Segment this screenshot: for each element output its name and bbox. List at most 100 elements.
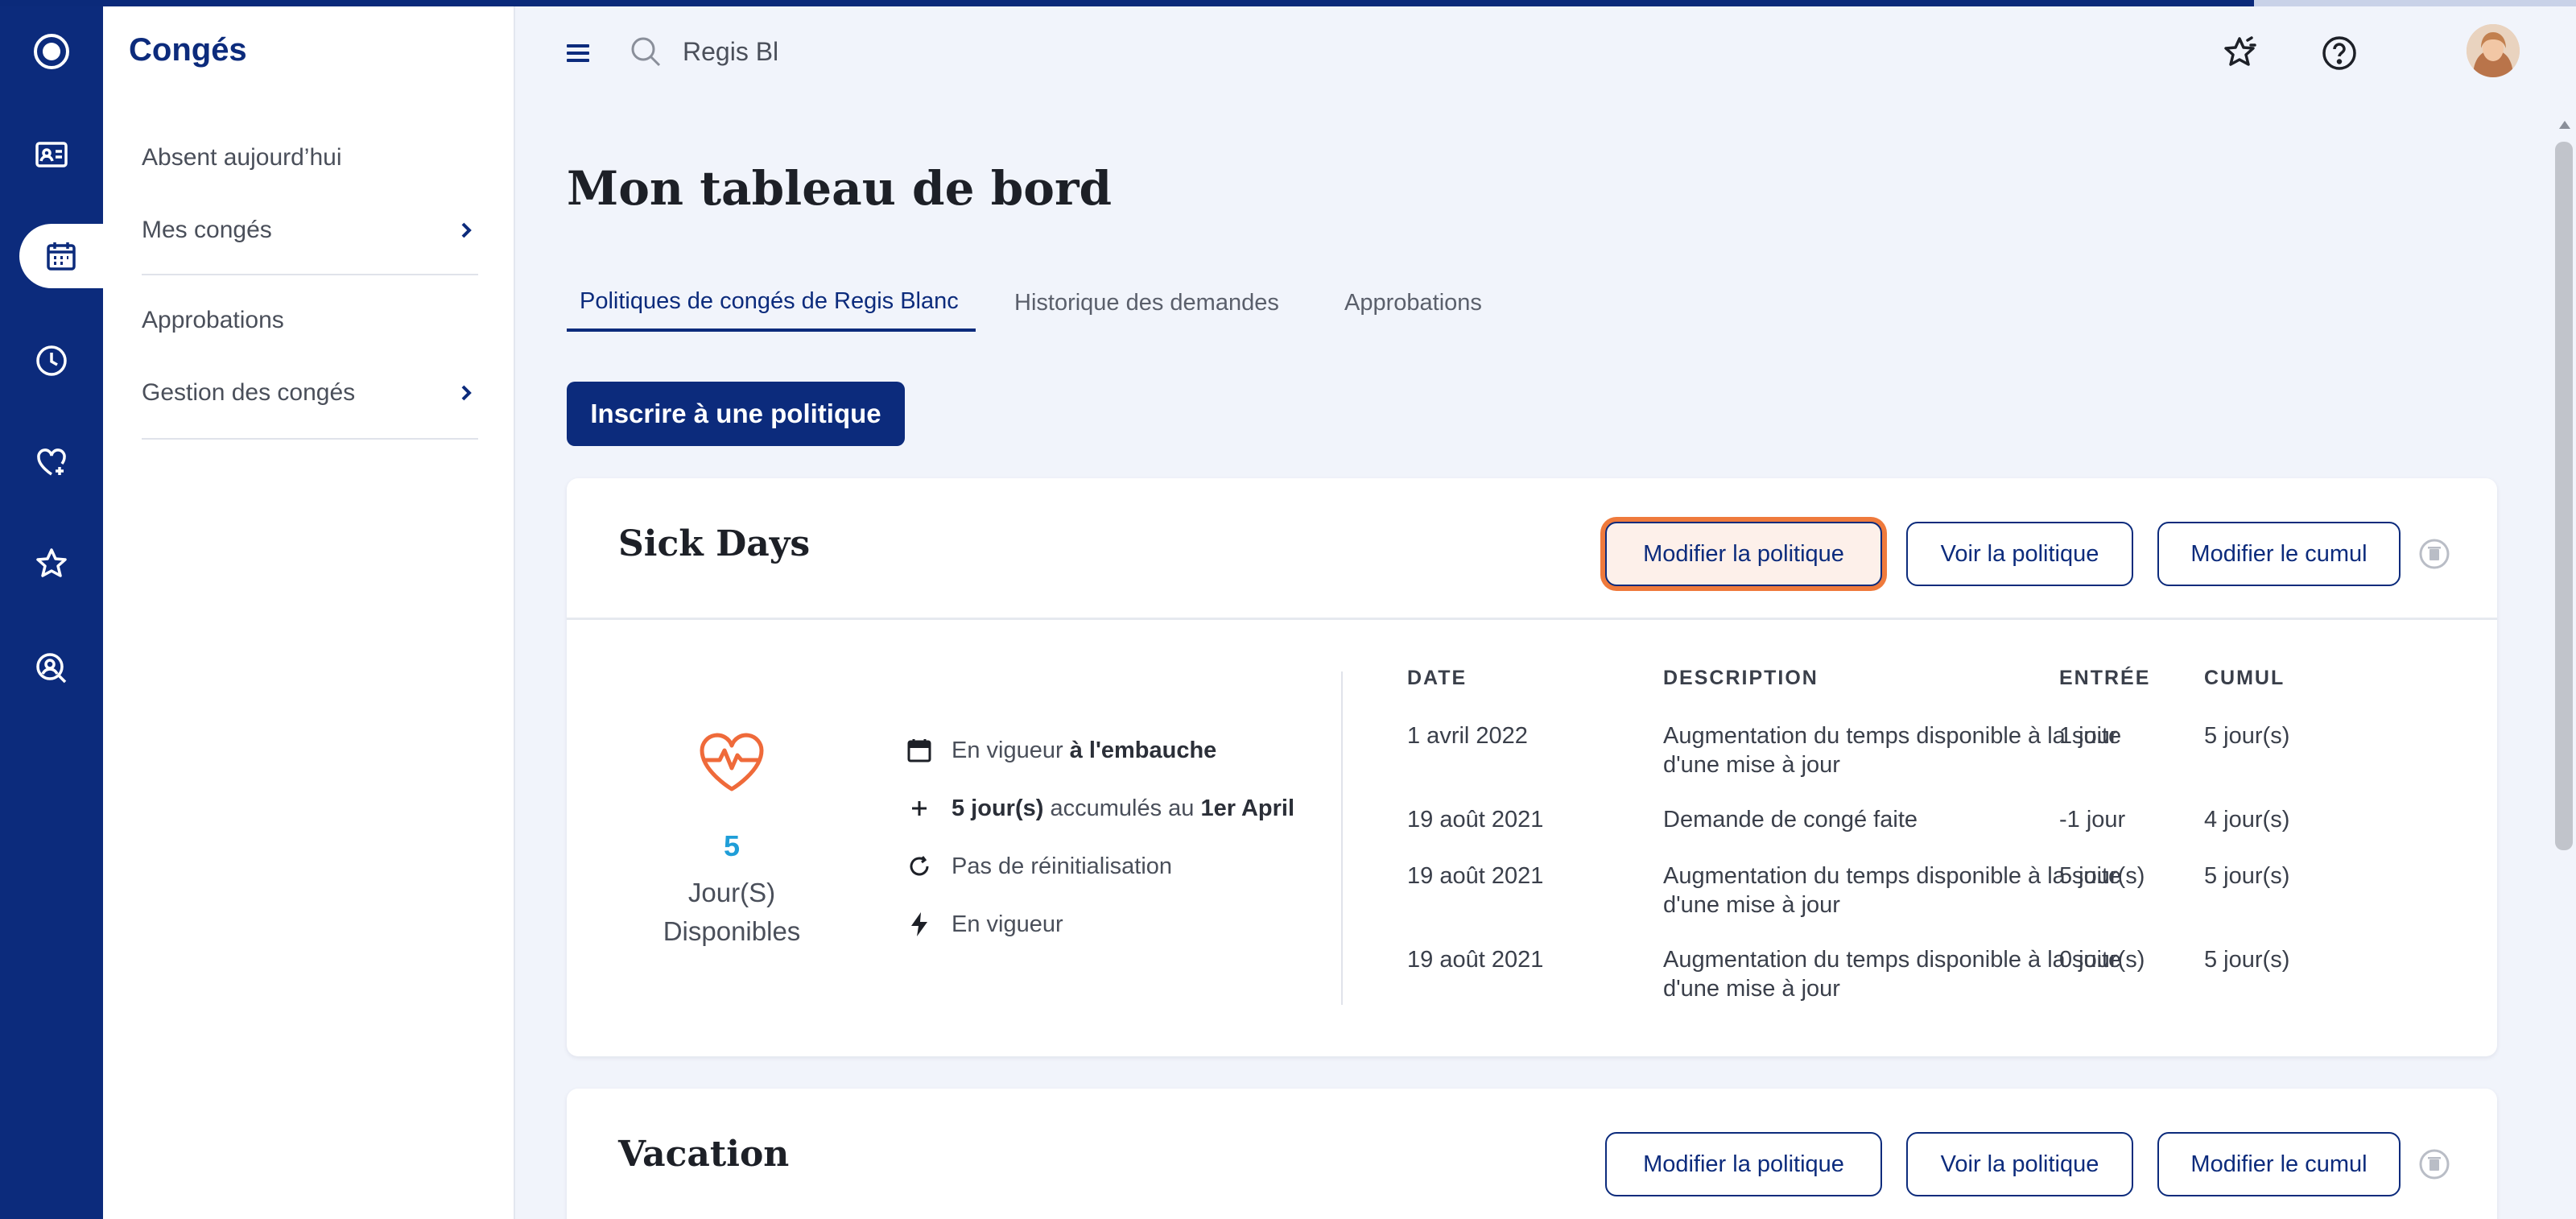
prop-strong: 5 jour(s) [952, 795, 1044, 821]
search-input[interactable] [683, 26, 1166, 77]
clock-icon [36, 345, 67, 376]
cell-cumul: 5 jour(s) [2204, 947, 2290, 973]
chevron-right-icon [461, 222, 472, 238]
submenu-item-label: Gestion des congés [142, 379, 356, 406]
scrollbar-thumb[interactable] [2555, 142, 2573, 850]
section-submenu: Congés Absent aujourd’hui Mes congés App… [103, 0, 515, 1219]
table-header-date: DATE [1407, 667, 1468, 689]
modify-policy-button[interactable]: Modifier la politique [1605, 1132, 1882, 1196]
star-badge-icon [2224, 36, 2256, 66]
cell-entry: 1 jour [2059, 723, 2118, 749]
table-header-entry: ENTRÉE [2059, 667, 2151, 689]
heart-pulse-icon [700, 733, 764, 791]
submenu-item-leave-management[interactable]: Gestion des congés [142, 369, 478, 417]
policy-prop-accrual: 5 jour(s) accumulés au 1er April [903, 792, 1294, 824]
help-icon [2322, 36, 2356, 70]
lightning-icon [911, 912, 927, 936]
modify-cumul-button[interactable]: Modifier le cumul [2157, 522, 2401, 586]
policy-card-vacation: Vacation Modifier la politique Voir la p… [567, 1089, 2497, 1219]
help-button[interactable] [2317, 31, 2362, 76]
calendar-small-icon [907, 739, 931, 762]
menu-icon[interactable] [562, 37, 594, 69]
view-policy-button[interactable]: Voir la politique [1906, 522, 2133, 586]
reset-icon [910, 856, 929, 876]
tab-leave-policies[interactable]: Politiques de congés de Regis Blanc [567, 274, 976, 332]
cell-entry: 0 jour(s) [2059, 947, 2145, 973]
rail-item-performance[interactable] [19, 531, 84, 596]
prop-strong: à l'embauche [1069, 737, 1217, 763]
logo-icon [34, 34, 69, 69]
submenu-divider [142, 438, 478, 440]
submenu-item-approvals[interactable]: Approbations [142, 296, 478, 345]
policy-prop-reset: Pas de réinitialisation [903, 850, 1172, 882]
app-rail [0, 0, 103, 1219]
submenu-divider [142, 274, 478, 275]
cell-cumul: 4 jour(s) [2204, 807, 2290, 833]
card-vertical-divider [1341, 671, 1343, 1005]
prop-strong: 1er April [1200, 795, 1295, 821]
scroll-up-arrow-icon[interactable] [2558, 119, 2571, 130]
prop-text: En vigueur [952, 911, 1063, 937]
view-policy-button[interactable]: Voir la politique [1906, 1132, 2133, 1196]
tab-label: Approbations [1344, 289, 1482, 316]
policy-card-header: Sick Days Modifier la politique Voir la … [567, 478, 2497, 620]
submenu-item-label: Absent aujourd’hui [142, 144, 342, 171]
cell-date: 19 août 2021 [1407, 807, 1544, 833]
cell-cumul: 5 jour(s) [2204, 863, 2290, 889]
star-icon [36, 548, 67, 577]
prop-text: En vigueur [952, 737, 1063, 763]
trash-icon[interactable] [2418, 1148, 2450, 1180]
policy-prop-status: En vigueur [903, 908, 1063, 940]
submenu-item-label: Mes congés [142, 217, 272, 243]
cell-date: 19 août 2021 [1407, 863, 1544, 889]
avatar-image [2467, 24, 2520, 77]
search-user-icon [36, 653, 67, 684]
favorites-button[interactable] [2217, 31, 2262, 76]
page-load-progress [0, 0, 2254, 6]
policy-name: Sick Days [618, 523, 811, 564]
cell-entry: -1 jour [2059, 807, 2126, 833]
chevron-right-icon [461, 385, 472, 401]
modify-cumul-button[interactable]: Modifier le cumul [2157, 1132, 2401, 1196]
plus-icon [912, 801, 927, 816]
tab-label: Politiques de congés de Regis Blanc [580, 287, 959, 314]
cell-entry: 5 jour(s) [2059, 863, 2145, 889]
policy-name: Vacation [618, 1134, 790, 1175]
dashboard-tabs: Politiques de congés de Regis Blanc Hist… [567, 274, 1533, 332]
id-card-icon [35, 142, 68, 167]
balance-label: Disponibles [663, 916, 801, 946]
prop-text: accumulés au [1050, 795, 1195, 821]
rail-item-recruiting[interactable] [19, 636, 84, 700]
page-title: Mon tableau de bord [567, 161, 1113, 216]
table-header-description: DESCRIPTION [1663, 667, 1818, 689]
cell-date: 19 août 2021 [1407, 947, 1544, 973]
tab-approvals[interactable]: Approbations [1344, 274, 1482, 332]
tab-label: Historique des demandes [1014, 289, 1279, 316]
rail-item-people[interactable] [19, 122, 84, 187]
app-logo[interactable] [19, 19, 84, 84]
balance-value: 5 [723, 829, 741, 862]
enroll-policy-button[interactable]: Inscrire à une politique [567, 382, 905, 446]
user-avatar[interactable] [2467, 24, 2520, 77]
trash-icon[interactable] [2418, 538, 2450, 570]
tab-request-history[interactable]: Historique des demandes [1014, 274, 1279, 332]
policy-prop-effective: En vigueur à l'embauche [903, 734, 1216, 767]
page-load-progress-track [2254, 0, 2576, 6]
rail-item-benefits[interactable] [19, 430, 84, 494]
submenu-item-my-leave[interactable]: Mes congés [142, 206, 478, 254]
cell-cumul: 5 jour(s) [2204, 723, 2290, 749]
rail-item-time[interactable] [19, 329, 84, 393]
cell-date: 1 avril 2022 [1407, 723, 1528, 749]
prop-text: Pas de réinitialisation [952, 853, 1173, 879]
top-header [515, 6, 2576, 97]
modify-policy-button[interactable]: Modifier la politique [1605, 522, 1882, 586]
calendar-icon [47, 242, 76, 271]
table-header-cumul: CUMUL [2204, 667, 2285, 689]
submenu-item-absent-today[interactable]: Absent aujourd’hui [142, 134, 478, 182]
search-icon [631, 37, 661, 67]
submenu-item-label: Approbations [142, 307, 284, 333]
section-title: Congés [129, 32, 247, 68]
balance-unit: Jour(S) [687, 878, 776, 907]
policy-card-header: Vacation Modifier la politique Voir la p… [567, 1089, 2497, 1219]
rail-item-leave[interactable] [19, 224, 103, 288]
